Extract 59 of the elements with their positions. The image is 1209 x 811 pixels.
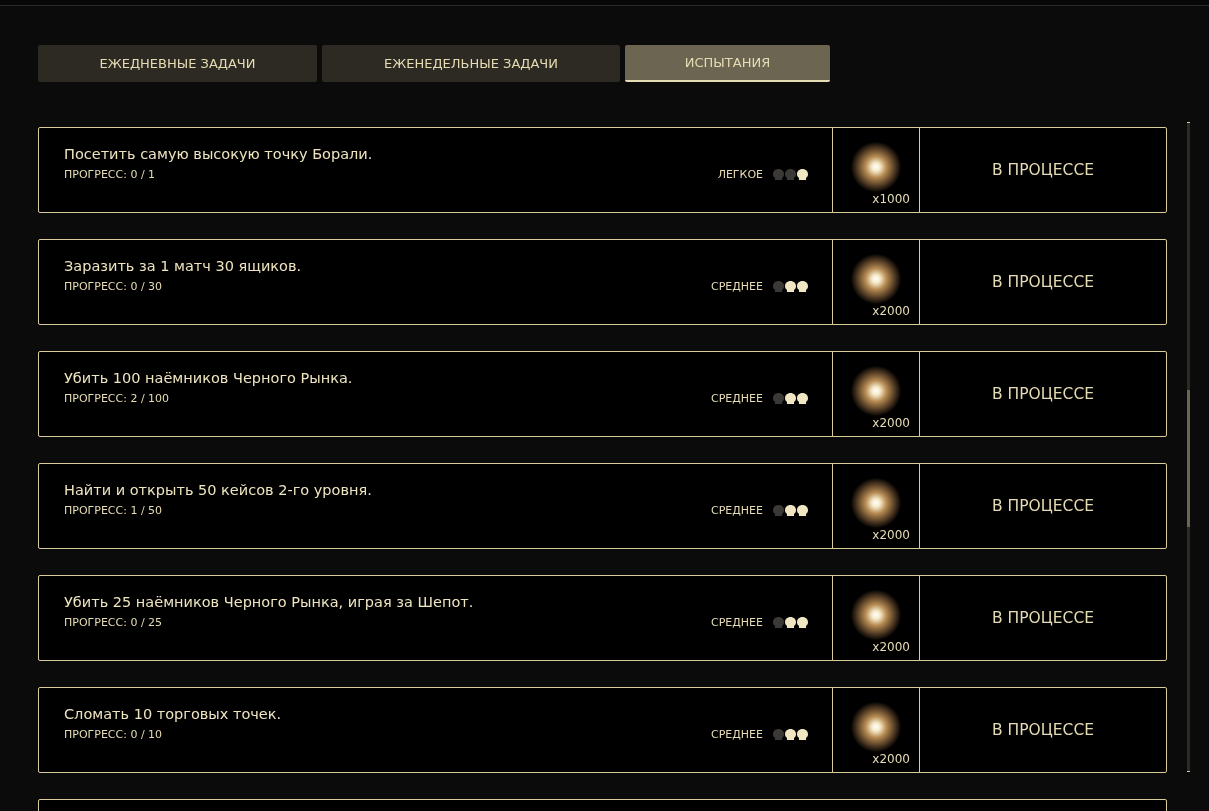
skull-icon [797,281,808,292]
skull-icon [773,617,784,628]
reward-amount: x2000 [872,528,910,542]
skull-icon [773,505,784,516]
challenge-title: Заразить за 1 матч 30 ящиков. [64,258,303,274]
progress-text: ПРОГРЕСС: 0 / 10 [64,728,164,741]
skull-icon [785,729,796,740]
skull-icon [785,505,796,516]
glowing-orb-icon [851,142,901,192]
difficulty-label: СРЕДНЕЕ [710,280,763,293]
skull-icon [797,169,808,180]
challenge-title: Сломать 10 торговых точек. [64,706,283,722]
reward-amount: x1000 [872,192,910,206]
skull-icon [797,505,808,516]
skull-icon [785,617,796,628]
difficulty-label: СРЕДНЕЕ [710,728,763,741]
challenge-title: Убить 25 наёмников Черного Рынка, играя за Шепот. [64,594,475,610]
status-text: В ПРОЦЕССЕ [992,273,1094,291]
status-text: В ПРОЦЕССЕ [992,385,1094,403]
challenge-title: Найти и открыть 50 кейсов 2-го уровня. [64,482,373,498]
skull-icon [773,169,784,180]
skull-icon [797,393,808,404]
glowing-orb-icon [851,590,901,640]
progress-text: ПРОГРЕСС: 0 / 25 [64,616,164,629]
difficulty-label: СРЕДНЕЕ [710,392,763,405]
reward-amount: x2000 [872,640,910,654]
challenge-title: Убить 100 наёмников Черного Рынка. [64,370,354,386]
status-text: В ПРОЦЕССЕ [992,609,1094,627]
progress-text: ПРОГРЕСС: 0 / 1 [64,168,157,181]
glowing-orb-icon [851,702,901,752]
tab[interactable]: ЕЖЕДНЕВНЫЕ ЗАДАЧИ [38,45,317,82]
glowing-orb-icon [851,366,901,416]
skull-icon [773,729,784,740]
scrollbar[interactable] [1187,122,1190,772]
scrollbar-thumb[interactable] [1187,390,1190,527]
skull-icon [797,617,808,628]
skull-icon [785,281,796,292]
glowing-orb-icon [851,254,901,304]
skull-icon [785,393,796,404]
progress-text: ПРОГРЕСС: 1 / 50 [64,504,164,517]
skull-icon [773,393,784,404]
status-text: В ПРОЦЕССЕ [992,721,1094,739]
glowing-orb-icon [851,478,901,528]
progress-text: ПРОГРЕСС: 0 / 30 [64,280,164,293]
skull-icon [785,169,796,180]
progress-text: ПРОГРЕСС: 2 / 100 [64,392,171,405]
tab[interactable]: ЕЖЕНЕДЕЛЬНЫЕ ЗАДАЧИ [322,45,620,82]
skull-icon [797,729,808,740]
difficulty-label: СРЕДНЕЕ [710,616,763,629]
reward-amount: x2000 [872,416,910,430]
reward-amount: x2000 [872,304,910,318]
difficulty-label: ЛЕГКОЕ [717,168,763,181]
difficulty-label: СРЕДНЕЕ [710,504,763,517]
status-text: В ПРОЦЕССЕ [992,161,1094,179]
reward-amount: x2000 [872,752,910,766]
status-text: В ПРОЦЕССЕ [992,497,1094,515]
skull-icon [773,281,784,292]
challenge-title: Посетить самую высокую точку Борали. [64,146,374,162]
tab[interactable]: ИСПЫТАНИЯ [625,45,830,82]
